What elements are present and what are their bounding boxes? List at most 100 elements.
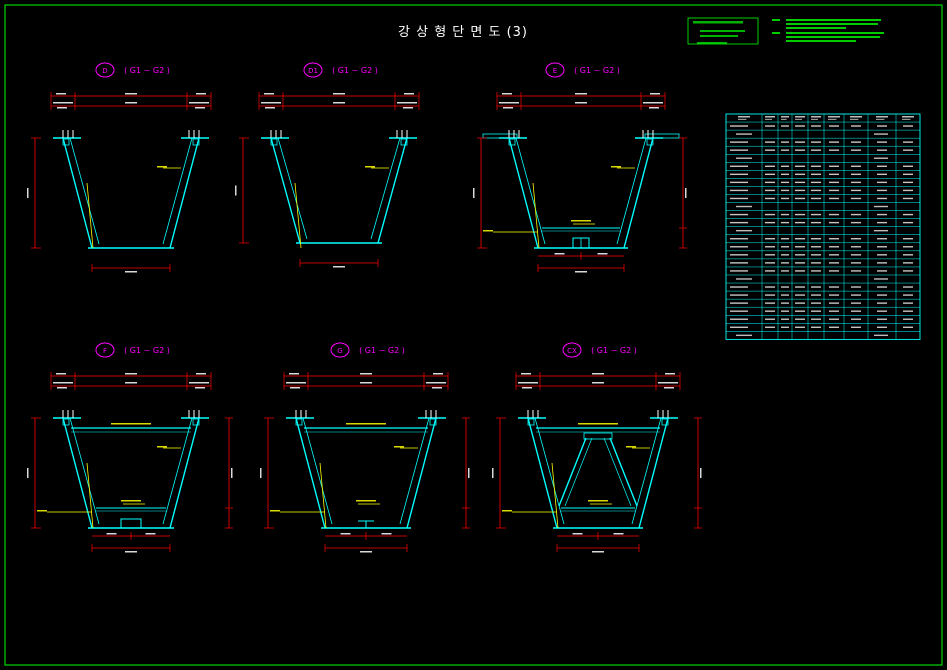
dim-text [260,468,262,478]
table-cell [903,326,913,328]
table-cell [765,310,775,312]
dim-text [290,387,300,389]
dim-text [700,468,702,478]
table-cell [730,125,748,127]
note-text [502,510,512,512]
table-cell [811,125,821,127]
dim-text [360,373,372,375]
table-cell [851,221,861,224]
note-text [157,166,167,168]
table-cell [851,326,861,328]
web-right-inner [631,417,662,525]
dim-text [433,373,443,375]
table-cell [851,254,861,256]
table-cell [877,238,887,240]
table-cell [795,262,805,264]
table-cell [877,286,887,288]
drawing-title: 강 상 형 단 면 도 (3) [398,25,528,40]
table-cell [730,165,748,167]
table-cell [730,197,748,200]
table-cell [765,326,775,328]
table-cell [795,189,805,192]
table-cell [829,246,839,248]
table-cell [811,189,821,192]
table-cell [903,310,913,312]
web-right-inner [370,137,401,240]
table-cell [795,238,805,240]
table-subtotal-label [736,205,752,208]
dim-text [264,93,274,95]
strut-note [578,423,618,425]
table-cell [795,197,805,200]
table-cell [877,294,887,296]
table-cell [877,221,887,224]
dim-text [125,382,137,384]
dim-text [572,533,583,535]
table-cell [903,246,913,248]
table-cell [730,141,748,143]
table-cell [765,238,775,240]
dim-text [664,387,674,389]
table-cell [765,246,775,248]
table-cell [781,286,789,288]
table-cell [903,189,913,192]
table-cell [811,310,821,312]
dim-text [189,102,209,104]
note-text [356,500,376,502]
table-cell [781,221,789,224]
table-cell [851,181,861,184]
dim-text [426,382,446,384]
table-cell [730,286,748,288]
table-cell [795,302,805,304]
table-cell [829,165,839,167]
table-cell [903,270,913,272]
table-header-cell [781,118,787,120]
table-cell [781,181,789,184]
table-cell [730,262,748,264]
table-cell [781,262,789,264]
section-range: ( G1 ~ G2 ) [591,346,637,355]
dim-text [195,107,205,109]
table-subtotal-value [874,157,888,159]
dim-text [397,102,417,104]
table-header-cell [738,116,750,118]
dim-text [403,107,413,109]
dim-text [27,468,29,478]
table-cell [829,189,839,192]
table-cell [903,318,913,320]
sheet-border [4,4,943,666]
table-cell [829,294,839,296]
dim-text [265,107,275,109]
dim-text [473,188,475,198]
web-left-inner [69,137,100,245]
table-cell [903,125,913,127]
web-left-inner [534,417,565,525]
table-cell [795,318,805,320]
dim-text [432,387,442,389]
dim-text [57,387,67,389]
table-cell [781,141,789,143]
table-cell [811,197,821,200]
table-cell [903,294,913,296]
table-cell [877,173,887,176]
member-table [725,113,921,340]
table-header-cell [828,116,840,118]
drawing-sheet: 강 상 형 단 면 도 (3) D ( G1 ~ G2 ) D1 ( G1 ~ G2 … [0,0,947,670]
table-cell [730,294,748,296]
table-cell [829,310,839,312]
table-cell [851,294,861,296]
table-cell [795,213,805,216]
cross-brace-left-inner [564,437,593,507]
section-view-sec-cx: CX ( G1 ~ G2 ) [492,342,702,553]
table-cell [829,326,839,328]
table-cell [765,270,775,272]
legend-block [687,17,759,45]
table-cell [829,197,839,200]
table-subtotal-label [736,133,752,135]
web-right [169,417,200,529]
table-cell [781,197,789,200]
table-cell [829,286,839,288]
dim-text [575,271,587,273]
table-cell [765,254,775,256]
table-cell [765,302,775,304]
